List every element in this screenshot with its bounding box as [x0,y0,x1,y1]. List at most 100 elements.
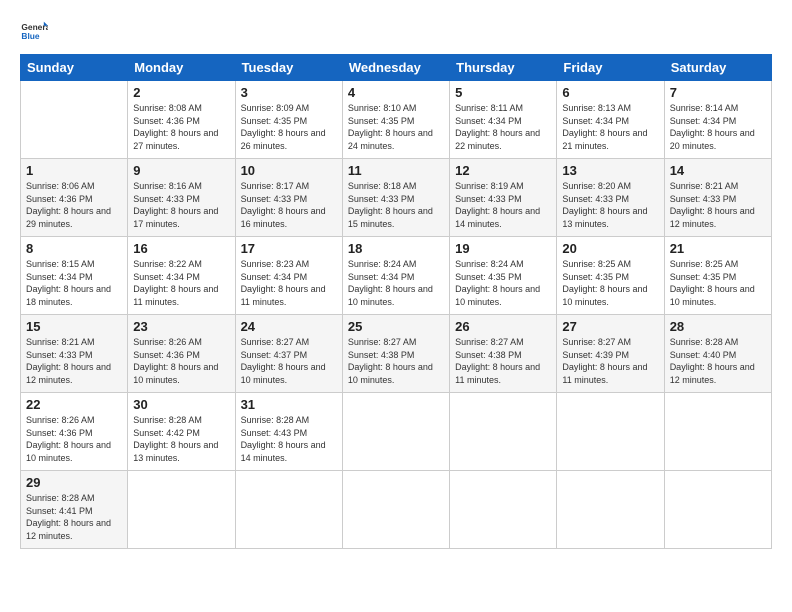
calendar-table: SundayMondayTuesdayWednesdayThursdayFrid… [20,54,772,549]
day-number: 4 [348,85,444,100]
day-detail: Sunrise: 8:27 AMSunset: 4:39 PMDaylight:… [562,337,647,385]
calendar-cell [664,471,771,549]
day-number: 25 [348,319,444,334]
calendar-cell: 31 Sunrise: 8:28 AMSunset: 4:43 PMDaylig… [235,393,342,471]
day-detail: Sunrise: 8:25 AMSunset: 4:35 PMDaylight:… [670,259,755,307]
day-number: 24 [241,319,337,334]
day-detail: Sunrise: 8:28 AMSunset: 4:41 PMDaylight:… [26,493,111,541]
week-row-1: 2 Sunrise: 8:08 AMSunset: 4:36 PMDayligh… [21,81,772,159]
calendar-cell: 3 Sunrise: 8:09 AMSunset: 4:35 PMDayligh… [235,81,342,159]
calendar-cell: 17 Sunrise: 8:23 AMSunset: 4:34 PMDaylig… [235,237,342,315]
weekday-header-wednesday: Wednesday [342,55,449,81]
day-number: 8 [26,241,122,256]
weekday-header-sunday: Sunday [21,55,128,81]
day-detail: Sunrise: 8:27 AMSunset: 4:37 PMDaylight:… [241,337,326,385]
week-row-2: 1 Sunrise: 8:06 AMSunset: 4:36 PMDayligh… [21,159,772,237]
calendar-cell [342,393,449,471]
day-number: 21 [670,241,766,256]
day-number: 31 [241,397,337,412]
week-row-4: 15 Sunrise: 8:21 AMSunset: 4:33 PMDaylig… [21,315,772,393]
day-number: 13 [562,163,658,178]
day-detail: Sunrise: 8:13 AMSunset: 4:34 PMDaylight:… [562,103,647,151]
calendar-cell: 19 Sunrise: 8:24 AMSunset: 4:35 PMDaylig… [450,237,557,315]
calendar-cell: 22 Sunrise: 8:26 AMSunset: 4:36 PMDaylig… [21,393,128,471]
calendar-cell: 26 Sunrise: 8:27 AMSunset: 4:38 PMDaylig… [450,315,557,393]
calendar-cell: 16 Sunrise: 8:22 AMSunset: 4:34 PMDaylig… [128,237,235,315]
calendar-cell: 28 Sunrise: 8:28 AMSunset: 4:40 PMDaylig… [664,315,771,393]
calendar-cell [342,471,449,549]
day-detail: Sunrise: 8:09 AMSunset: 4:35 PMDaylight:… [241,103,326,151]
day-number: 17 [241,241,337,256]
day-number: 28 [670,319,766,334]
day-number: 5 [455,85,551,100]
day-detail: Sunrise: 8:28 AMSunset: 4:40 PMDaylight:… [670,337,755,385]
day-number: 2 [133,85,229,100]
calendar-cell [21,81,128,159]
day-detail: Sunrise: 8:17 AMSunset: 4:33 PMDaylight:… [241,181,326,229]
calendar-cell: 25 Sunrise: 8:27 AMSunset: 4:38 PMDaylig… [342,315,449,393]
calendar-cell: 27 Sunrise: 8:27 AMSunset: 4:39 PMDaylig… [557,315,664,393]
calendar-cell: 30 Sunrise: 8:28 AMSunset: 4:42 PMDaylig… [128,393,235,471]
calendar-cell: 15 Sunrise: 8:21 AMSunset: 4:33 PMDaylig… [21,315,128,393]
week-row-6: 29 Sunrise: 8:28 AMSunset: 4:41 PMDaylig… [21,471,772,549]
calendar-cell: 21 Sunrise: 8:25 AMSunset: 4:35 PMDaylig… [664,237,771,315]
calendar-cell: 6 Sunrise: 8:13 AMSunset: 4:34 PMDayligh… [557,81,664,159]
day-number: 12 [455,163,551,178]
day-detail: Sunrise: 8:16 AMSunset: 4:33 PMDaylight:… [133,181,218,229]
day-detail: Sunrise: 8:08 AMSunset: 4:36 PMDaylight:… [133,103,218,151]
calendar-cell: 8 Sunrise: 8:15 AMSunset: 4:34 PMDayligh… [21,237,128,315]
calendar-cell [557,471,664,549]
calendar-cell: 24 Sunrise: 8:27 AMSunset: 4:37 PMDaylig… [235,315,342,393]
calendar-cell: 12 Sunrise: 8:19 AMSunset: 4:33 PMDaylig… [450,159,557,237]
day-detail: Sunrise: 8:26 AMSunset: 4:36 PMDaylight:… [26,415,111,463]
day-detail: Sunrise: 8:25 AMSunset: 4:35 PMDaylight:… [562,259,647,307]
weekday-header-friday: Friday [557,55,664,81]
calendar-page: General Blue SundayMondayTuesdayWednesda… [0,0,792,612]
weekday-header-monday: Monday [128,55,235,81]
weekday-header-tuesday: Tuesday [235,55,342,81]
day-number: 30 [133,397,229,412]
calendar-cell: 1 Sunrise: 8:06 AMSunset: 4:36 PMDayligh… [21,159,128,237]
calendar-cell: 5 Sunrise: 8:11 AMSunset: 4:34 PMDayligh… [450,81,557,159]
day-number: 1 [26,163,122,178]
day-number: 16 [133,241,229,256]
day-number: 14 [670,163,766,178]
day-detail: Sunrise: 8:27 AMSunset: 4:38 PMDaylight:… [455,337,540,385]
calendar-cell [664,393,771,471]
header: General Blue [20,16,772,44]
day-detail: Sunrise: 8:20 AMSunset: 4:33 PMDaylight:… [562,181,647,229]
calendar-cell [450,471,557,549]
weekday-header-thursday: Thursday [450,55,557,81]
calendar-cell: 18 Sunrise: 8:24 AMSunset: 4:34 PMDaylig… [342,237,449,315]
week-row-5: 22 Sunrise: 8:26 AMSunset: 4:36 PMDaylig… [21,393,772,471]
day-detail: Sunrise: 8:18 AMSunset: 4:33 PMDaylight:… [348,181,433,229]
weekday-header-saturday: Saturday [664,55,771,81]
logo: General Blue [20,16,52,44]
day-detail: Sunrise: 8:21 AMSunset: 4:33 PMDaylight:… [670,181,755,229]
day-number: 18 [348,241,444,256]
day-number: 15 [26,319,122,334]
logo-icon: General Blue [20,16,48,44]
calendar-cell [128,471,235,549]
day-detail: Sunrise: 8:14 AMSunset: 4:34 PMDaylight:… [670,103,755,151]
day-number: 22 [26,397,122,412]
day-number: 3 [241,85,337,100]
day-number: 10 [241,163,337,178]
calendar-cell: 29 Sunrise: 8:28 AMSunset: 4:41 PMDaylig… [21,471,128,549]
day-detail: Sunrise: 8:26 AMSunset: 4:36 PMDaylight:… [133,337,218,385]
day-number: 6 [562,85,658,100]
calendar-cell: 2 Sunrise: 8:08 AMSunset: 4:36 PMDayligh… [128,81,235,159]
calendar-cell: 4 Sunrise: 8:10 AMSunset: 4:35 PMDayligh… [342,81,449,159]
day-number: 29 [26,475,122,490]
day-detail: Sunrise: 8:28 AMSunset: 4:42 PMDaylight:… [133,415,218,463]
day-detail: Sunrise: 8:24 AMSunset: 4:35 PMDaylight:… [455,259,540,307]
day-detail: Sunrise: 8:23 AMSunset: 4:34 PMDaylight:… [241,259,326,307]
svg-text:Blue: Blue [21,31,39,41]
calendar-cell: 7 Sunrise: 8:14 AMSunset: 4:34 PMDayligh… [664,81,771,159]
day-number: 27 [562,319,658,334]
day-number: 19 [455,241,551,256]
day-number: 7 [670,85,766,100]
calendar-cell: 14 Sunrise: 8:21 AMSunset: 4:33 PMDaylig… [664,159,771,237]
day-detail: Sunrise: 8:15 AMSunset: 4:34 PMDaylight:… [26,259,111,307]
calendar-cell [450,393,557,471]
